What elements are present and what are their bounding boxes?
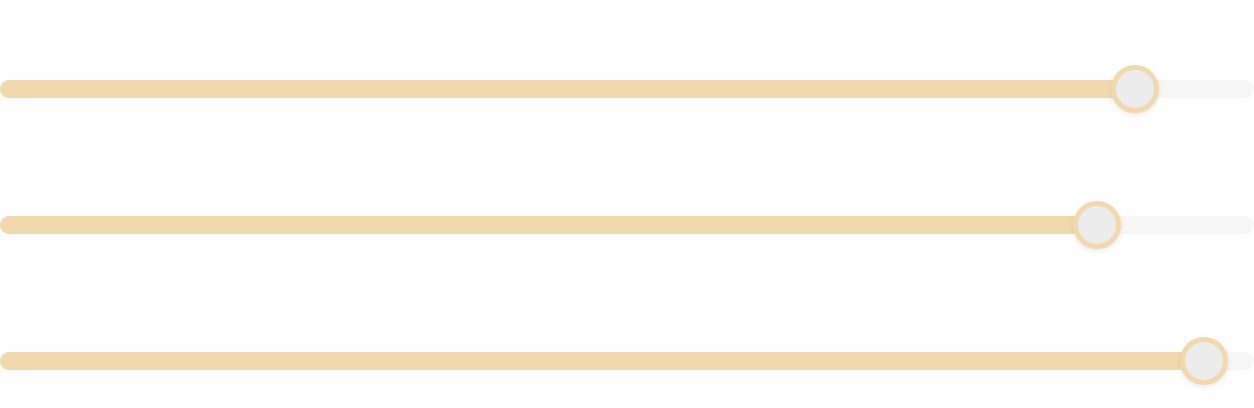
- slider-thumb[interactable]: [1179, 337, 1228, 385]
- slider-fill: [0, 216, 1098, 234]
- slider-2[interactable]: [0, 201, 1254, 249]
- slider-3[interactable]: [0, 337, 1254, 385]
- slider-track[interactable]: [0, 216, 1254, 234]
- slider-thumb[interactable]: [1073, 201, 1122, 249]
- slider-fill: [0, 352, 1204, 370]
- slider-track[interactable]: [0, 352, 1254, 370]
- slider-list: [0, 0, 1254, 408]
- slider-track[interactable]: [0, 80, 1254, 98]
- slider-thumb[interactable]: [1110, 65, 1159, 113]
- slider-1[interactable]: [0, 65, 1254, 113]
- slider-fill: [0, 80, 1135, 98]
